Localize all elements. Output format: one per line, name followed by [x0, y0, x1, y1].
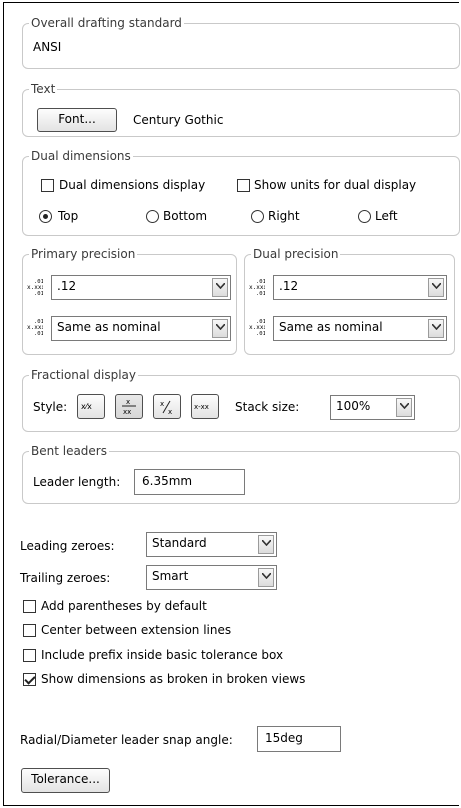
radio-top-label: Top [58, 209, 79, 223]
bent-leaders-legend: Bent leaders [29, 444, 109, 458]
dual-tolerance-precision-icon: .01 x.xxx .01 [249, 319, 265, 335]
dual-value-precision-icon: .01 x.xxx .01 [249, 279, 265, 295]
font-name: Century Gothic [133, 113, 224, 127]
dual-dimensions-legend: Dual dimensions [29, 149, 133, 163]
leading-zeroes-label: Leading zeroes: [20, 539, 115, 553]
leader-length-input[interactable]: 6.35mm [134, 469, 245, 495]
dual-tolerance-value: Same as nominal [279, 320, 383, 334]
radio-left-label: Left [375, 209, 398, 223]
primary-precision-select[interactable]: .12 [51, 275, 231, 300]
svg-text:x: x [160, 400, 164, 408]
text-legend: Text [29, 82, 58, 96]
center-between-checkbox[interactable] [23, 624, 36, 637]
chevron-down-icon[interactable] [396, 398, 412, 417]
fraction-dash-icon: x-xx [194, 403, 209, 411]
show-broken-label: Show dimensions as broken in broken view… [41, 672, 306, 686]
chevron-down-icon[interactable] [258, 535, 274, 554]
options-panel: Overall drafting standard ANSI Text Font… [3, 2, 460, 806]
text-group: Text Font... Century Gothic [22, 82, 460, 137]
svg-text:x.xxx: x.xxx [27, 324, 43, 331]
primary-precision-value: .12 [57, 279, 77, 293]
style-label: Style: [33, 400, 68, 414]
snap-angle-value: 15deg [265, 731, 303, 745]
dual-precision-select[interactable]: .12 [273, 275, 447, 300]
dual-precision-value: .12 [279, 279, 299, 293]
primary-tolerance-select[interactable]: Same as nominal [51, 316, 231, 341]
drafting-standard-group: Overall drafting standard ANSI [22, 16, 460, 69]
dual-dimensions-group: Dual dimensions Dual dimensions display … [22, 149, 460, 236]
include-prefix-label: Include prefix inside basic tolerance bo… [41, 648, 284, 662]
radio-bottom[interactable] [146, 210, 159, 223]
drafting-standard-value: ANSI [33, 40, 62, 54]
include-prefix-checkbox[interactable] [23, 649, 36, 662]
fraction-style-diagonal-button[interactable]: xx [153, 394, 181, 419]
stack-size-label: Stack size: [235, 400, 300, 414]
svg-text:xx: xx [123, 408, 131, 416]
radio-right[interactable] [251, 210, 264, 223]
radio-right-label: Right [268, 209, 300, 223]
snap-angle-label: Radial/Diameter leader snap angle: [20, 733, 233, 747]
dual-precision-legend: Dual precision [251, 247, 341, 261]
bent-leaders-group: Bent leaders Leader length: 6.35mm [22, 444, 460, 504]
stack-size-value: 100% [336, 399, 371, 413]
dual-dimensions-display-label: Dual dimensions display [59, 178, 206, 192]
svg-text:x.xxx: x.xxx [27, 284, 43, 291]
primary-precision-legend: Primary precision [29, 247, 138, 261]
show-broken-checkbox[interactable] [23, 673, 36, 686]
primary-tolerance-value: Same as nominal [57, 320, 161, 334]
show-units-label: Show units for dual display [254, 178, 417, 192]
fraction-stacked-icon: xxx [122, 398, 136, 416]
drafting-standard-legend: Overall drafting standard [29, 16, 184, 30]
fractional-display-legend: Fractional display [29, 368, 139, 382]
add-parentheses-checkbox[interactable] [23, 600, 36, 613]
primary-precision-group: Primary precision .01 x.xxx .01 .12 .01 … [22, 247, 237, 355]
svg-text:x: x [126, 398, 130, 406]
fraction-style-stacked-button[interactable]: x xx [115, 394, 143, 419]
chevron-down-icon[interactable] [428, 319, 444, 338]
show-units-checkbox[interactable] [237, 179, 250, 192]
leader-length-value: 6.35mm [142, 474, 193, 488]
chevron-down-icon[interactable] [212, 278, 228, 297]
fraction-inline-icon: x⁄x [81, 402, 92, 411]
add-parentheses-label: Add parentheses by default [41, 599, 207, 613]
dual-dimensions-display-checkbox[interactable] [41, 179, 54, 192]
fractional-display-group: Fractional display Style: x⁄x x xx xx x-x… [22, 368, 460, 432]
radio-left[interactable] [358, 210, 371, 223]
svg-text:x.xxx: x.xxx [249, 324, 265, 331]
trailing-zeroes-label: Trailing zeroes: [20, 571, 111, 585]
svg-text:x-xx: x-xx [194, 403, 209, 411]
svg-text:.01: .01 [34, 331, 43, 335]
dual-precision-group: Dual precision .01 x.xxx .01 .12 .01 x.x… [244, 247, 455, 355]
fraction-diagonal-icon: xx [160, 400, 172, 416]
primary-tolerance-precision-icon: .01 x.xxx .01 [27, 319, 43, 335]
primary-value-precision-icon: .01 x.xxx .01 [27, 279, 43, 295]
svg-text:.01: .01 [256, 331, 265, 335]
dual-tolerance-select[interactable]: Same as nominal [273, 316, 447, 341]
svg-text:x.xxx: x.xxx [249, 284, 265, 291]
svg-text:x⁄x: x⁄x [81, 402, 92, 411]
svg-text:x: x [168, 408, 172, 416]
chevron-down-icon[interactable] [212, 319, 228, 338]
radio-bottom-label: Bottom [163, 209, 208, 223]
svg-text:.01: .01 [256, 291, 265, 295]
leading-zeroes-select[interactable]: Standard [146, 532, 277, 557]
stack-size-select[interactable]: 100% [330, 395, 415, 420]
leading-zeroes-value: Standard [152, 536, 207, 550]
trailing-zeroes-select[interactable]: Smart [146, 565, 277, 590]
fraction-style-inline-button[interactable]: x⁄x [77, 394, 105, 419]
chevron-down-icon[interactable] [258, 568, 274, 587]
svg-text:.01: .01 [34, 291, 43, 295]
leader-length-label: Leader length: [33, 475, 121, 489]
trailing-zeroes-value: Smart [152, 569, 189, 583]
center-between-label: Center between extension lines [41, 623, 232, 637]
font-button[interactable]: Font... [37, 108, 117, 132]
fraction-style-dash-button[interactable]: x-xx [191, 394, 219, 419]
tolerance-button[interactable]: Tolerance... [21, 768, 110, 793]
chevron-down-icon[interactable] [428, 278, 444, 297]
snap-angle-input[interactable]: 15deg [257, 726, 341, 752]
radio-top[interactable] [39, 210, 52, 223]
